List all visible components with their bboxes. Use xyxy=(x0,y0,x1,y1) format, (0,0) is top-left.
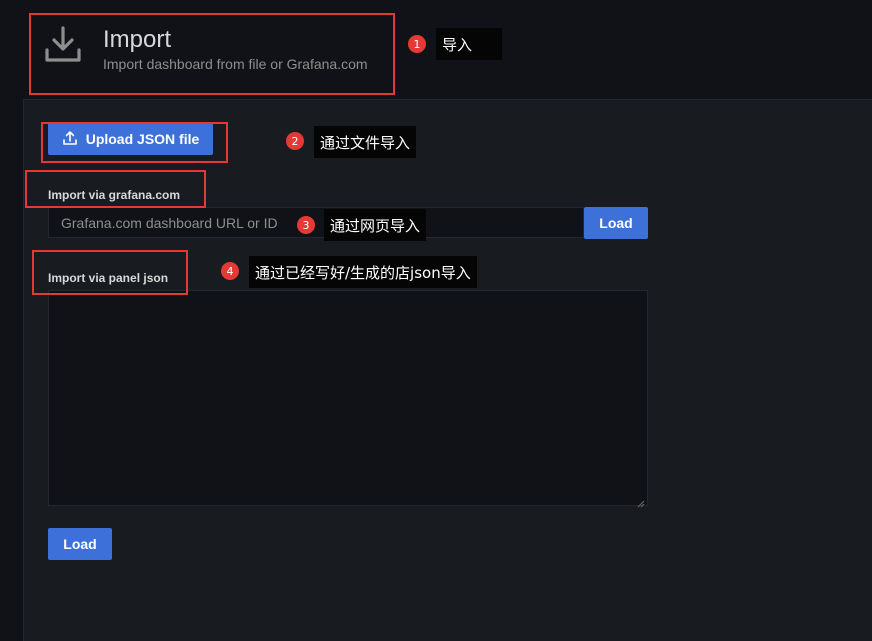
annotation-box-4 xyxy=(32,250,188,295)
annotation-marker-3: 3 xyxy=(297,216,315,234)
annotation-note-2: 通过文件导入 xyxy=(314,126,417,158)
annotation-marker-4: 4 xyxy=(221,262,239,280)
resize-handle-icon[interactable] xyxy=(637,495,645,508)
annotation-note-4: 通过已经写好/生成的店json导入 xyxy=(249,256,477,288)
panel-json-load-button[interactable]: Load xyxy=(48,528,112,560)
annotation-box-3 xyxy=(25,170,206,208)
annotation-box-2 xyxy=(41,122,228,163)
grafana-url-input[interactable]: Grafana.com dashboard URL or ID xyxy=(48,207,584,238)
panel-json-textarea[interactable] xyxy=(48,290,648,508)
annotation-box-1 xyxy=(29,13,395,95)
annotation-note-3: 通过网页导入 xyxy=(324,209,427,241)
annotation-marker-1: 1 xyxy=(408,35,426,53)
annotation-note-1: 导入 xyxy=(436,28,502,60)
grafana-load-button[interactable]: Load xyxy=(584,207,648,239)
annotation-marker-2: 2 xyxy=(286,132,304,150)
